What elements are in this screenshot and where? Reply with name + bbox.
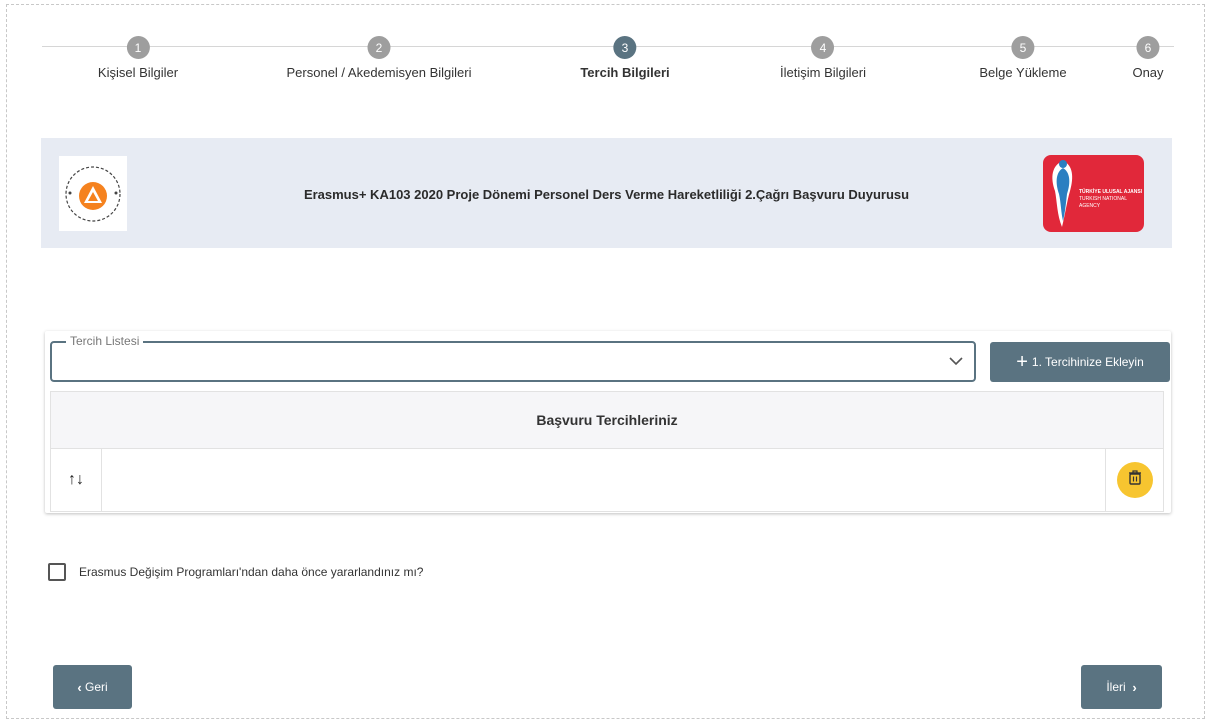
step-personal-info[interactable]: 1 Kişisel Bilgiler [98,36,178,80]
back-button[interactable]: ‹ Geri [53,665,132,709]
step-number: 4 [811,36,835,59]
chevron-left-icon: ‹ [77,679,82,695]
back-label: Geri [85,680,108,694]
sort-icon[interactable]: ↑↓ [51,449,102,511]
previous-participation-label: Erasmus Değişim Programları'ndan daha ön… [79,565,424,579]
table-row: ↑↓ [51,449,1163,511]
agency-logo-text-tr: TÜRKİYE ULUSAL AJANSI [1079,189,1143,195]
step-staff-info[interactable]: 2 Personel / Akedemisyen Bilgileri [286,36,472,80]
next-button[interactable]: İleri › [1081,665,1162,709]
preference-card: Tercih Listesi + 1. Tercihinize Ekleyin … [45,331,1171,513]
preference-select-legend: Tercih Listesi [66,334,144,348]
step-label: Personel / Akedemisyen Bilgileri [286,65,472,80]
add-preference-label: 1. Tercihinize Ekleyin [1031,355,1144,369]
plus-icon: + [1016,351,1028,373]
wizard-stepper: 1 Kişisel Bilgiler 2 Personel / Akedemis… [42,36,1174,96]
preference-select[interactable]: Tercih Listesi [50,334,976,382]
step-label: Kişisel Bilgiler [97,65,179,80]
trash-icon [1128,470,1142,490]
announcement-banner: Erasmus+ KA103 2020 Proje Dönemi Persone… [41,138,1172,248]
next-label: İleri [1106,680,1126,694]
step-number: 5 [1011,36,1035,59]
step-document-upload[interactable]: 5 Belge Yükleme [979,36,1067,80]
previous-participation-checkbox[interactable] [48,563,66,581]
step-label: Onay [1132,65,1164,80]
agency-logo-text-en: TURKISH NATIONAL AGENCY [1079,196,1127,209]
step-number: 6 [1136,36,1160,59]
banner-title: Erasmus+ KA103 2020 Proje Dönemi Persone… [303,187,910,202]
step-number: 2 [367,36,391,59]
step-label: Belge Yükleme [979,65,1067,80]
step-label: Tercih Bilgileri [580,65,670,80]
step-contact-info[interactable]: 4 İletişim Bilgileri [780,36,866,80]
add-preference-button[interactable]: + 1. Tercihinize Ekleyin [990,342,1170,382]
step-number: 1 [126,36,150,59]
delete-cell [1105,449,1163,511]
chevron-right-icon: › [1132,679,1137,695]
preferences-table-header: Başvuru Tercihleriniz [51,392,1163,449]
step-preference-info[interactable]: 3 Tercih Bilgileri [580,36,670,80]
national-agency-logo: TÜRKİYE ULUSAL AJANSI TURKISH NATIONAL A… [1043,155,1144,232]
step-number: 3 [613,36,637,59]
delete-button[interactable] [1116,462,1153,498]
preferences-table: Başvuru Tercihleriniz ↑↓ [50,391,1164,512]
step-confirmation[interactable]: 6 Onay [1132,36,1164,80]
previous-participation-row: Erasmus Değişim Programları'ndan daha ön… [48,563,423,581]
step-label: İletişim Bilgileri [780,65,866,80]
chevron-down-icon[interactable] [948,353,964,374]
